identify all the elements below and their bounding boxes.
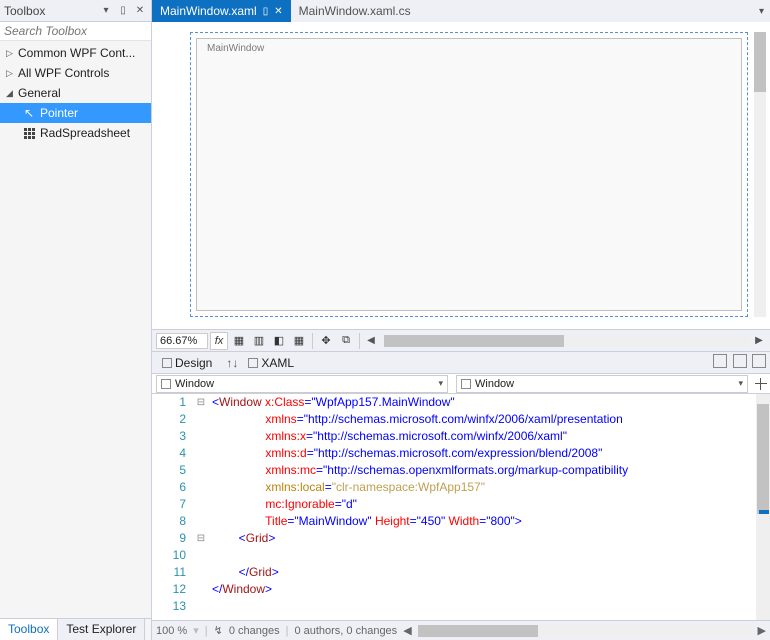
close-icon[interactable]: ✕ bbox=[133, 4, 147, 18]
authors-status: 0 authors, 0 changes bbox=[294, 625, 397, 637]
layout-buttons bbox=[711, 354, 766, 371]
file-tabbar: MainWindow.xaml ▯ ✕ MainWindow.xaml.cs ▾ bbox=[152, 0, 770, 22]
scroll-left-icon[interactable]: ◀ bbox=[364, 335, 378, 346]
toolbox-tree: ▷Common WPF Cont... ▷All WPF Controls ◢G… bbox=[0, 41, 151, 618]
designer-vscroll[interactable] bbox=[754, 32, 766, 317]
move-button[interactable]: ✥ bbox=[317, 332, 335, 350]
layout-single-icon[interactable] bbox=[752, 354, 766, 368]
layout-vertical-icon[interactable] bbox=[733, 354, 747, 368]
scroll-thumb[interactable] bbox=[418, 625, 538, 637]
pointer-icon: ↖ bbox=[22, 106, 36, 120]
tree-group-general[interactable]: ◢General bbox=[0, 83, 151, 103]
scroll-right-icon[interactable]: ▶ bbox=[752, 335, 766, 346]
scroll-thumb[interactable] bbox=[754, 32, 766, 92]
pin-icon[interactable]: ▯ bbox=[116, 4, 130, 18]
designer-hscroll[interactable] bbox=[384, 335, 750, 347]
code-hscroll[interactable] bbox=[418, 625, 752, 637]
window-caption: MainWindow bbox=[207, 43, 264, 54]
tab-test-explorer[interactable]: Test Explorer bbox=[58, 619, 145, 640]
zoom-combo[interactable]: 66.67% bbox=[156, 333, 208, 349]
breadcrumb-row: Window▾ Window▾ bbox=[152, 374, 770, 394]
chevron-right-icon: ▷ bbox=[6, 48, 16, 59]
breadcrumb-left[interactable]: Window▾ bbox=[156, 375, 448, 393]
grid-button[interactable]: ▦ bbox=[230, 332, 248, 350]
layout-horizontal-icon[interactable] bbox=[713, 354, 727, 368]
scroll-left-icon[interactable]: ◀ bbox=[403, 624, 411, 637]
effects-button[interactable]: ◧ bbox=[270, 332, 288, 350]
designer-toolbar: 66.67% fx ▦ ▥ ◧ ▦ ✥ ⧉ ◀ ▶ bbox=[152, 330, 770, 352]
pane-design[interactable]: Design bbox=[156, 354, 218, 372]
swap-panes-icon[interactable]: ↑↓ bbox=[222, 356, 242, 370]
dropdown-icon[interactable]: ▾ bbox=[99, 4, 113, 18]
guides-button[interactable]: ▦ bbox=[290, 332, 308, 350]
line-gutter: 12345678910111213 bbox=[152, 394, 194, 620]
code-vscroll[interactable] bbox=[756, 394, 770, 620]
close-icon[interactable]: ✕ bbox=[274, 6, 282, 17]
search-input[interactable] bbox=[4, 24, 161, 38]
design-icon bbox=[162, 358, 172, 368]
changes-status: 0 changes bbox=[229, 625, 280, 637]
breadcrumb-right[interactable]: Window▾ bbox=[456, 375, 748, 393]
toolbox-panel: Toolbox ▾ ▯ ✕ 🔍 ▾ ▷Common WPF Cont... ▷A… bbox=[0, 0, 152, 640]
change-marker bbox=[759, 510, 769, 514]
xaml-icon bbox=[248, 358, 258, 368]
element-icon bbox=[161, 379, 171, 389]
chevron-down-icon: ▾ bbox=[738, 378, 743, 389]
element-icon bbox=[461, 379, 471, 389]
chevron-down-icon: ◢ bbox=[6, 88, 16, 99]
tree-group-common[interactable]: ▷Common WPF Cont... bbox=[0, 43, 151, 63]
status-bar: 100 % ▾ | ↯ 0 changes | 0 authors, 0 cha… bbox=[152, 620, 770, 640]
code-content[interactable]: <Window x:Class="WpfApp157.MainWindow" x… bbox=[208, 394, 756, 620]
chevron-down-icon: ▾ bbox=[438, 378, 443, 389]
toolbox-header: Toolbox ▾ ▯ ✕ bbox=[0, 0, 151, 22]
file-tab-inactive[interactable]: MainWindow.xaml.cs bbox=[291, 0, 419, 22]
grid-icon bbox=[22, 126, 36, 140]
tool-pointer[interactable]: ↖ Pointer bbox=[0, 103, 151, 123]
design-canvas[interactable]: MainWindow bbox=[152, 22, 770, 330]
tool-radspreadsheet[interactable]: RadSpreadsheet bbox=[0, 123, 151, 143]
snap-button[interactable]: ▥ bbox=[250, 332, 268, 350]
pane-switcher: Design ↑↓ XAML bbox=[152, 352, 770, 374]
tab-overflow-icon[interactable]: ▾ bbox=[753, 6, 770, 17]
scroll-thumb[interactable] bbox=[384, 335, 564, 347]
toolbox-search[interactable]: 🔍 ▾ bbox=[0, 22, 151, 41]
scroll-thumb[interactable] bbox=[757, 404, 769, 514]
tree-group-allwpf[interactable]: ▷All WPF Controls bbox=[0, 63, 151, 83]
tab-toolbox[interactable]: Toolbox bbox=[0, 619, 58, 640]
zoom-status[interactable]: 100 % bbox=[156, 625, 187, 637]
scroll-right-icon[interactable]: ▶ bbox=[758, 624, 766, 637]
pin-icon[interactable]: ▯ bbox=[263, 6, 269, 17]
fx-button[interactable]: fx bbox=[210, 332, 228, 350]
chevron-right-icon: ▷ bbox=[6, 68, 16, 79]
code-button[interactable]: ⧉ bbox=[337, 332, 355, 350]
file-tab-active[interactable]: MainWindow.xaml ▯ ✕ bbox=[152, 0, 291, 22]
fold-gutter[interactable]: ⊟⊟ bbox=[194, 394, 208, 620]
toolbox-title: Toolbox bbox=[4, 4, 99, 18]
pane-xaml[interactable]: XAML bbox=[242, 354, 300, 372]
editor-area: MainWindow.xaml ▯ ✕ MainWindow.xaml.cs ▾… bbox=[152, 0, 770, 640]
split-marker-icon[interactable] bbox=[752, 375, 770, 393]
sidebar-tabs: Toolbox Test Explorer bbox=[0, 618, 151, 640]
window-preview[interactable]: MainWindow bbox=[196, 38, 742, 311]
xaml-editor[interactable]: 12345678910111213 ⊟⊟ <Window x:Class="Wp… bbox=[152, 394, 770, 620]
